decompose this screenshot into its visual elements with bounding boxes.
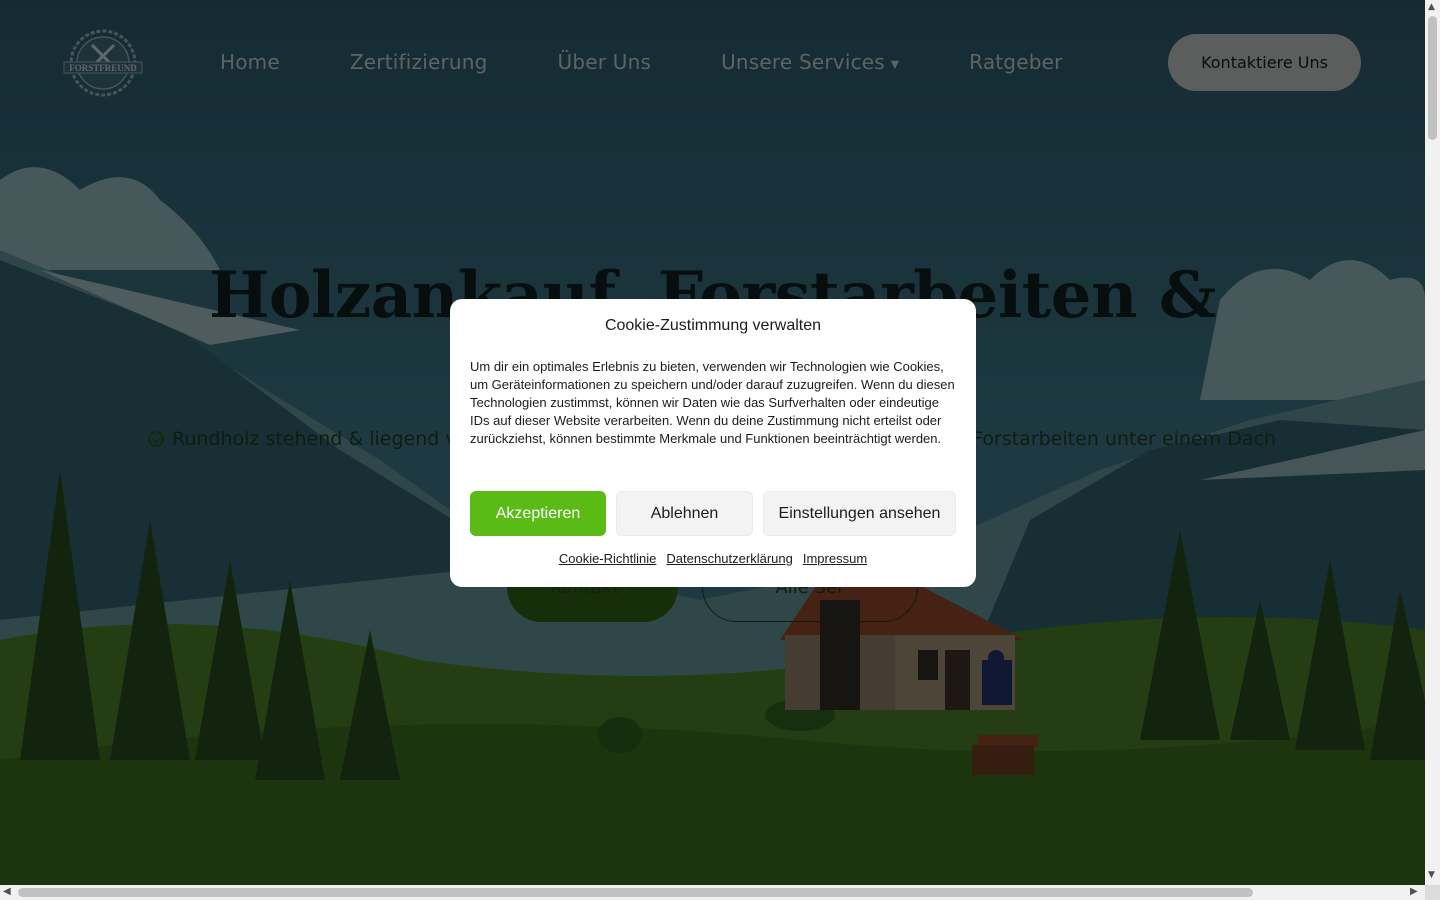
vertical-scrollbar[interactable]: ▲ ▼ [1425, 0, 1440, 885]
vertical-scroll-thumb[interactable] [1428, 16, 1437, 140]
cookie-dialog-title: Cookie-Zustimmung verwalten [604, 317, 822, 334]
scroll-right-icon[interactable]: ▶ [1410, 887, 1418, 897]
horizontal-scrollbar[interactable]: ◀ ▶ [0, 885, 1425, 900]
scroll-up-icon[interactable]: ▲ [1428, 3, 1435, 12]
scroll-left-icon[interactable]: ◀ [3, 887, 11, 897]
imprint-link[interactable]: Impressum [803, 551, 867, 566]
privacy-policy-link[interactable]: Datenschutzerklärung [666, 551, 792, 566]
view-preferences-button[interactable]: Einstellungen ansehen [763, 491, 956, 536]
cookie-dialog-links: Cookie-Richtlinie Datenschutzerklärung I… [450, 551, 976, 566]
deny-cookies-button[interactable]: Ablehnen [616, 491, 753, 536]
scroll-down-icon[interactable]: ▼ [1428, 871, 1435, 880]
scrollbar-corner [1425, 885, 1440, 900]
cookie-consent-dialog: Cookie-Zustimmung verwalten Um dir ein o… [450, 299, 976, 587]
cookie-dialog-text: Um dir ein optimales Erlebnis zu bieten,… [470, 359, 955, 446]
accept-cookies-button[interactable]: Akzeptieren [470, 491, 606, 536]
horizontal-scroll-thumb[interactable] [18, 888, 1253, 897]
cookie-policy-link[interactable]: Cookie-Richtlinie [559, 551, 657, 566]
